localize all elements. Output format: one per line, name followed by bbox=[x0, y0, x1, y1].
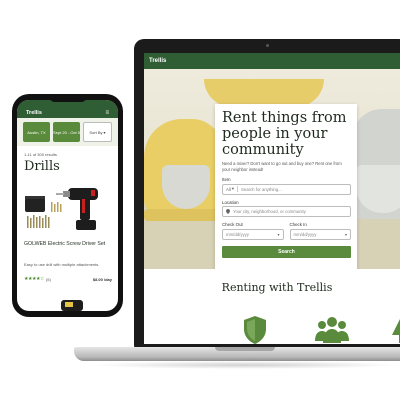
phone-brand-logo[interactable]: Trellis bbox=[26, 110, 42, 116]
result-count: 1-11 of 300 results bbox=[24, 152, 57, 157]
chevron-down-icon: ▾ bbox=[344, 231, 347, 237]
item-search-input[interactable]: All ▾ Search for anything... bbox=[222, 183, 351, 195]
site-nav: Trellis bbox=[144, 53, 400, 69]
search-card: Rent things from people in your communit… bbox=[215, 104, 357, 269]
sort-dropdown-label: Sort By bbox=[89, 129, 103, 135]
product-name[interactable]: GOLWEB Electric Screw Driver Set bbox=[24, 241, 112, 248]
chevron-down-icon: ▾ bbox=[277, 231, 280, 237]
date-filter-chip[interactable]: Sept 20 - Oct 5 bbox=[53, 122, 80, 142]
rating-count: (5) bbox=[45, 276, 51, 282]
product-price: $8.00 /day bbox=[92, 276, 112, 282]
checkout-label: Check Out bbox=[222, 222, 243, 227]
product-meta: ★★★★☆ (5) $8.00 /day bbox=[24, 276, 112, 282]
location-input[interactable]: Your city, neighborhood, or community bbox=[222, 206, 351, 217]
checkin-placeholder: mm/dd/yyyy bbox=[293, 231, 317, 237]
hero-title: Rent things from people in your communit… bbox=[222, 110, 347, 158]
checkout-date-input[interactable]: mm/dd/yyyy ▾ bbox=[222, 228, 284, 240]
brand-logo[interactable]: Trellis bbox=[149, 58, 166, 64]
checkin-label: Check In bbox=[289, 222, 307, 227]
checkin-date-input[interactable]: mm/dd/yyyy ▾ bbox=[289, 228, 351, 240]
category-select-value: All bbox=[226, 186, 231, 192]
laptop-shadow bbox=[90, 361, 400, 369]
laptop-notch bbox=[215, 347, 275, 351]
category-select[interactable]: All ▾ bbox=[226, 186, 238, 192]
hero-banner: Rent things from people in your communit… bbox=[144, 69, 400, 269]
chevron-down-icon: ▾ bbox=[103, 129, 106, 135]
camera-icon bbox=[266, 44, 269, 47]
section-title: Renting with Trellis bbox=[221, 281, 333, 294]
star-rating-icon: ★★★★☆ bbox=[24, 276, 44, 282]
chevron-down-icon: ▾ bbox=[231, 186, 234, 191]
checkout-placeholder: mm/dd/yyyy bbox=[226, 231, 249, 237]
category-title: Drills bbox=[24, 159, 60, 174]
sort-dropdown[interactable]: Sort By ▾ bbox=[83, 122, 112, 142]
filter-bar: Austin, TX Sept 20 - Oct 5 Sort By ▾ bbox=[17, 118, 118, 146]
community-icon bbox=[314, 315, 350, 344]
location-pin-icon bbox=[226, 208, 230, 215]
item-placeholder: Search for anything... bbox=[240, 186, 282, 192]
location-placeholder: Your city, neighborhood, or community bbox=[233, 209, 306, 214]
hamburger-menu-icon[interactable]: ≡ bbox=[105, 110, 109, 116]
product-description: Easy to use drill with multiple attachme… bbox=[24, 262, 100, 267]
shield-icon bbox=[242, 315, 268, 344]
tree-icon bbox=[392, 315, 400, 344]
location-filter-chip[interactable]: Austin, TX bbox=[23, 122, 50, 142]
phone-nav: Trellis ≡ bbox=[17, 100, 118, 118]
hero-subtitle: Need a mixer? Don't want to go out and b… bbox=[222, 161, 342, 172]
search-button[interactable]: Search bbox=[222, 245, 351, 258]
item-label: Item bbox=[222, 177, 231, 182]
next-product-image[interactable] bbox=[47, 294, 97, 311]
product-image-drill-set[interactable] bbox=[23, 180, 112, 238]
location-label: Location bbox=[222, 199, 239, 205]
phone-screen: Trellis ≡ Austin, TX Sept 20 - Oct 5 Sor… bbox=[17, 100, 118, 311]
laptop-screen: Trellis Rent things from people in your … bbox=[144, 53, 400, 344]
phone-notch bbox=[49, 94, 87, 102]
